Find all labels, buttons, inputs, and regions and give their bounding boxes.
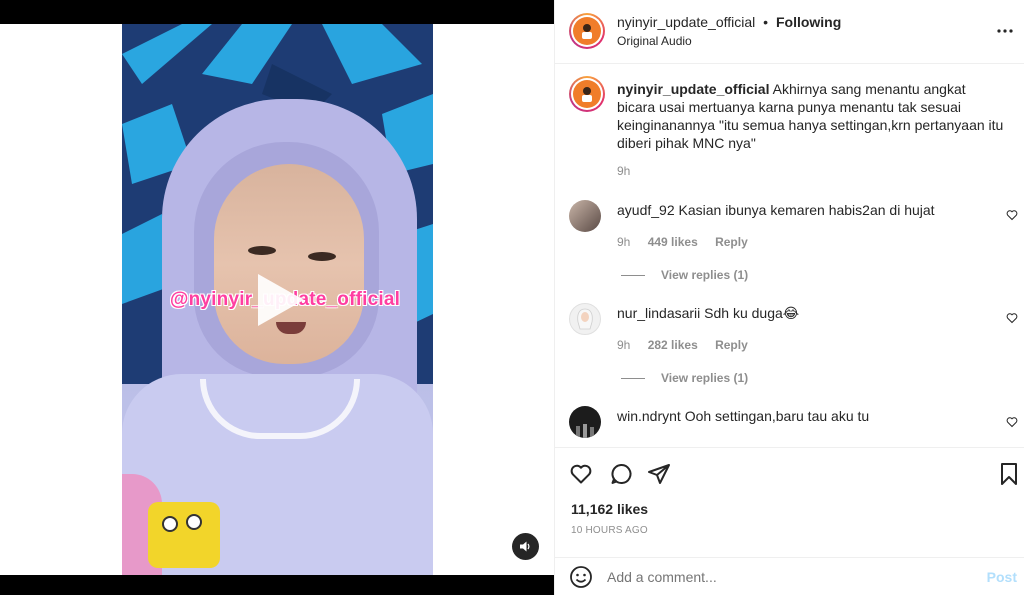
add-comment-bar: Post (555, 557, 1024, 595)
comment-username[interactable]: win.ndrynt (617, 408, 681, 424)
like-comment-heart-icon[interactable] (1006, 209, 1018, 221)
media-frame: @nyinyir_update_official (0, 24, 554, 575)
video-player[interactable]: @nyinyir_update_official (122, 24, 433, 575)
comment-text: Sdh ku duga😂 (704, 305, 800, 321)
comment-text: Ooh settingan,baru tau aku tu (684, 408, 870, 424)
replies-line (621, 274, 645, 276)
view-replies-label: View replies (1) (661, 268, 749, 282)
like-heart-icon[interactable] (569, 462, 593, 486)
following-button[interactable]: Following (776, 14, 841, 30)
avatar-figure-icon (582, 24, 592, 39)
comment-item: ayudf_92 Kasian ibunya kemaren habis2an … (617, 201, 997, 219)
author-avatar[interactable] (569, 13, 605, 49)
separator-dot: • (763, 14, 769, 30)
speaker-icon (520, 541, 530, 552)
right-eye (308, 252, 336, 261)
share-paper-plane-icon[interactable] (647, 462, 671, 486)
post-timestamp[interactable]: 10 HOURS AGO (571, 525, 648, 536)
post-header: nyinyir_update_official • Following Orig… (555, 0, 1024, 64)
comment-likes[interactable]: 449 likes (648, 235, 698, 249)
face (214, 164, 364, 364)
comment-meta: 9h 449 likes Reply (617, 235, 748, 249)
media-area: @nyinyir_update_official (0, 0, 554, 595)
audio-label[interactable]: Original Audio (617, 34, 692, 48)
sponge-eye (186, 514, 202, 530)
comment-meta: 9h 282 likes Reply (617, 338, 748, 352)
comment-likes[interactable]: 282 likes (648, 338, 698, 352)
audio-toggle-button[interactable] (512, 533, 539, 560)
view-replies-button[interactable]: View replies (1) (621, 268, 748, 282)
more-options-icon[interactable] (995, 26, 1015, 36)
post-comment-button[interactable]: Post (987, 569, 1017, 585)
comment-time: 9h (617, 338, 631, 352)
reply-button[interactable]: Reply (715, 338, 748, 352)
comment-avatar[interactable] (569, 303, 601, 335)
caption-avatar[interactable] (569, 76, 605, 112)
comment-avatar[interactable] (569, 200, 601, 232)
hijab-figure-icon (577, 308, 593, 330)
caption-username[interactable]: nyinyir_update_official (617, 81, 769, 97)
play-icon[interactable] (252, 270, 308, 330)
replies-line (621, 377, 645, 379)
sponge-eye (162, 516, 178, 532)
print-spongebob (148, 502, 220, 568)
comment-username[interactable]: nur_lindasarii (617, 305, 700, 321)
action-bar: 11,162 likes 10 HOURS AGO (555, 447, 1024, 557)
reply-button[interactable]: Reply (715, 235, 748, 249)
view-replies-button[interactable]: View replies (1) (621, 371, 748, 385)
view-replies-label: View replies (1) (661, 371, 749, 385)
emoji-icon[interactable] (569, 565, 593, 589)
post-details-panel: nyinyir_update_official • Following Orig… (554, 0, 1024, 595)
comment-item: win.ndrynt Ooh settingan,baru tau aku tu (617, 407, 997, 425)
save-bookmark-icon[interactable] (997, 462, 1021, 486)
left-eye (248, 246, 276, 255)
comment-avatar[interactable] (569, 406, 601, 438)
avatar-figure-icon (582, 87, 592, 102)
comment-item: nur_lindasarii Sdh ku duga😂 (617, 304, 997, 322)
comment-text: Kasian ibunya kemaren habis2an di hujat (678, 202, 935, 218)
comment-username[interactable]: ayudf_92 (617, 202, 675, 218)
author-username[interactable]: nyinyir_update_official (617, 14, 755, 30)
like-count[interactable]: 11,162 likes (571, 501, 648, 517)
comment-bubble-icon[interactable] (609, 462, 633, 486)
caption: nyinyir_update_official Akhirnya sang me… (617, 80, 1007, 152)
comment-input[interactable] (607, 567, 957, 587)
caption-time: 9h (617, 164, 631, 178)
comment-time: 9h (617, 235, 631, 249)
like-comment-heart-icon[interactable] (1006, 312, 1018, 324)
like-comment-heart-icon[interactable] (1006, 416, 1018, 428)
avatar-scene-icon (576, 424, 594, 438)
